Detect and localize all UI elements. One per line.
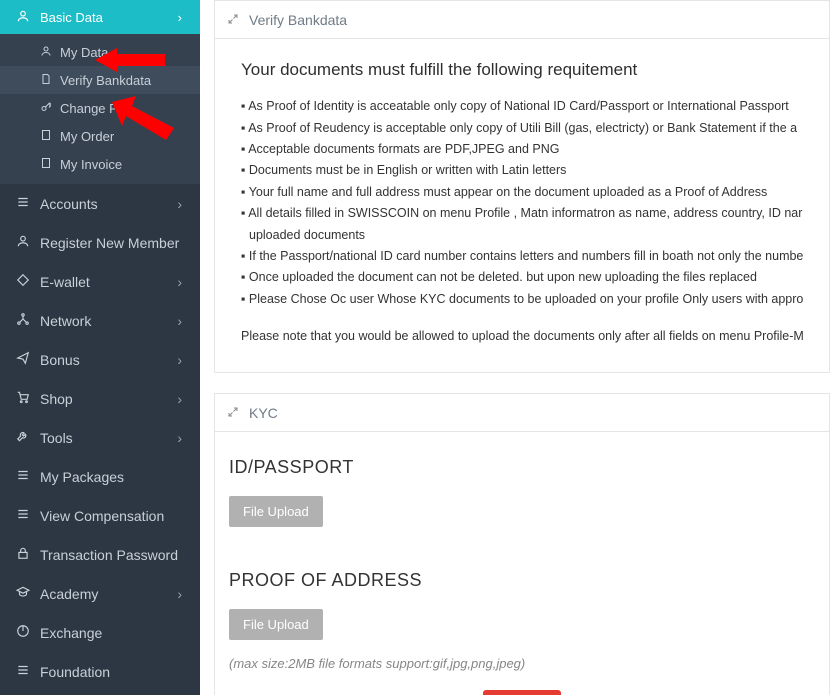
sidebar-sub-change-password[interactable]: Change Pas...: [0, 94, 200, 122]
sidebar-item-label: Network: [40, 313, 91, 329]
sidebar-subitems: My Data Verify Bankdata Change Pas... My…: [0, 34, 200, 184]
panel-header: Verify Bankdata: [215, 1, 829, 39]
main-content: Verify Bankdata Your documents must fulf…: [200, 0, 830, 695]
sidebar-item-my-packages[interactable]: My Packages: [0, 457, 200, 496]
panel-body: Your documents must fulfill the followin…: [215, 39, 829, 372]
sidebar-item-network[interactable]: Network ›: [0, 301, 200, 340]
network-icon: [14, 312, 32, 329]
list-icon: [14, 663, 32, 680]
panel-verify-bankdata: Verify Bankdata Your documents must fulf…: [214, 0, 830, 373]
section-id-passport: ID/PASSPORT: [229, 454, 815, 482]
sidebar-item-label: Exchange: [40, 625, 102, 641]
expand-icon[interactable]: [227, 12, 239, 28]
requirement-item: Your full name and full address must app…: [241, 183, 803, 202]
document-icon: [38, 157, 54, 172]
sidebar-sub-label: My Order: [60, 129, 114, 144]
requirement-item: If the Passport/national ID card number …: [241, 247, 803, 266]
expand-icon[interactable]: [227, 405, 239, 421]
chevron-right-icon: ›: [178, 10, 182, 25]
requirement-item: As Proof of Identity is acceatable only …: [241, 97, 803, 116]
list-icon: [14, 507, 32, 524]
file-upload-button-id[interactable]: File Upload: [229, 496, 323, 527]
key-icon: [38, 101, 54, 116]
cart-icon: [14, 390, 32, 407]
requirement-item: Acceptable documents formats are PDF,JPE…: [241, 140, 803, 159]
sidebar-item-foundation[interactable]: Foundation: [0, 652, 200, 691]
sidebar-item-label: Accounts: [40, 196, 98, 212]
requirement-item: Once uploaded the document can not be de…: [241, 268, 803, 287]
sidebar-item-label: Bonus: [40, 352, 80, 368]
requirements-heading: Your documents must fulfill the followin…: [241, 57, 803, 83]
chevron-right-icon: ›: [177, 352, 182, 368]
sidebar: Basic Data › My Data Verify Bankdata Cha…: [0, 0, 200, 695]
document-icon: [38, 129, 54, 144]
requirements-list: As Proof of Identity is acceatable only …: [241, 97, 803, 309]
power-icon: [14, 624, 32, 641]
chevron-right-icon: ›: [177, 391, 182, 407]
sidebar-item-shop[interactable]: Shop ›: [0, 379, 200, 418]
sidebar-sub-label: My Data: [60, 45, 108, 60]
user-icon: [14, 234, 32, 251]
chevron-right-icon: ›: [177, 586, 182, 602]
upload-hint: (max size:2MB file formats support:gif,j…: [229, 654, 815, 674]
panel-title: Verify Bankdata: [249, 12, 347, 28]
sidebar-item-tools[interactable]: Tools ›: [0, 418, 200, 457]
sidebar-header-basic-data[interactable]: Basic Data ›: [0, 0, 200, 34]
sidebar-sub-label: My Invoice: [60, 157, 122, 172]
sidebar-item-bonus[interactable]: Bonus ›: [0, 340, 200, 379]
panel-body: ID/PASSPORT File Upload PROOF OF ADDRESS…: [215, 432, 829, 695]
user-icon: [38, 45, 54, 60]
sidebar-sub-verify-bankdata[interactable]: Verify Bankdata: [0, 66, 200, 94]
requirement-item: uploaded documents: [249, 226, 803, 245]
chevron-right-icon: ›: [177, 430, 182, 446]
send-icon: [14, 351, 32, 368]
document-icon: [38, 73, 54, 88]
sidebar-item-label: Academy: [40, 586, 98, 602]
sidebar-item-academy[interactable]: Academy ›: [0, 574, 200, 613]
sidebar-item-view-compensation[interactable]: View Compensation: [0, 496, 200, 535]
requirements-note: Please note that you would be allowed to…: [241, 327, 803, 346]
chevron-right-icon: ›: [177, 274, 182, 290]
chevron-right-icon: ›: [177, 313, 182, 329]
sidebar-header-label: Basic Data: [40, 10, 103, 25]
list-icon: [14, 195, 32, 212]
sidebar-item-exchange[interactable]: Exchange: [0, 613, 200, 652]
panel-title: KYC: [249, 405, 278, 421]
panel-header: KYC: [215, 394, 829, 432]
section-proof-of-address: PROOF OF ADDRESS: [229, 567, 815, 595]
requirement-item: All details filled in SWISSCOIN on menu …: [241, 204, 803, 223]
upload-button[interactable]: Upload: [483, 690, 560, 695]
academy-icon: [14, 585, 32, 602]
wrench-icon: [14, 429, 32, 446]
list-icon: [14, 468, 32, 485]
sidebar-item-label: My Packages: [40, 469, 124, 485]
diamond-icon: [14, 273, 32, 290]
file-upload-button-address[interactable]: File Upload: [229, 609, 323, 640]
user-icon: [14, 9, 32, 26]
sidebar-item-transaction-password[interactable]: Transaction Password: [0, 535, 200, 574]
requirement-item: Documents must be in English or written …: [241, 161, 803, 180]
sidebar-item-label: Tools: [40, 430, 73, 446]
sidebar-sub-my-order[interactable]: My Order: [0, 122, 200, 150]
sidebar-item-label: Register New Member: [40, 235, 179, 251]
sidebar-item-label: Foundation: [40, 664, 110, 680]
sidebar-sub-label: Change Pas...: [60, 101, 142, 116]
sidebar-item-register-new-member[interactable]: Register New Member: [0, 223, 200, 262]
requirement-item: Please Chose Oc user Whose KYC documents…: [241, 290, 803, 309]
chevron-right-icon: ›: [177, 196, 182, 212]
sidebar-item-label: Shop: [40, 391, 73, 407]
sidebar-sub-label: Verify Bankdata: [60, 73, 151, 88]
sidebar-item-ewallet[interactable]: E-wallet ›: [0, 262, 200, 301]
sidebar-item-accounts[interactable]: Accounts ›: [0, 184, 200, 223]
sidebar-item-label: Transaction Password: [40, 547, 178, 563]
sidebar-item-label: View Compensation: [40, 508, 164, 524]
panel-kyc: KYC ID/PASSPORT File Upload PROOF OF ADD…: [214, 393, 830, 695]
sidebar-sub-my-invoice[interactable]: My Invoice: [0, 150, 200, 178]
sidebar-sub-my-data[interactable]: My Data: [0, 38, 200, 66]
requirement-item: As Proof of Reudency is acceptable only …: [241, 119, 803, 138]
lock-icon: [14, 546, 32, 563]
sidebar-item-label: E-wallet: [40, 274, 90, 290]
